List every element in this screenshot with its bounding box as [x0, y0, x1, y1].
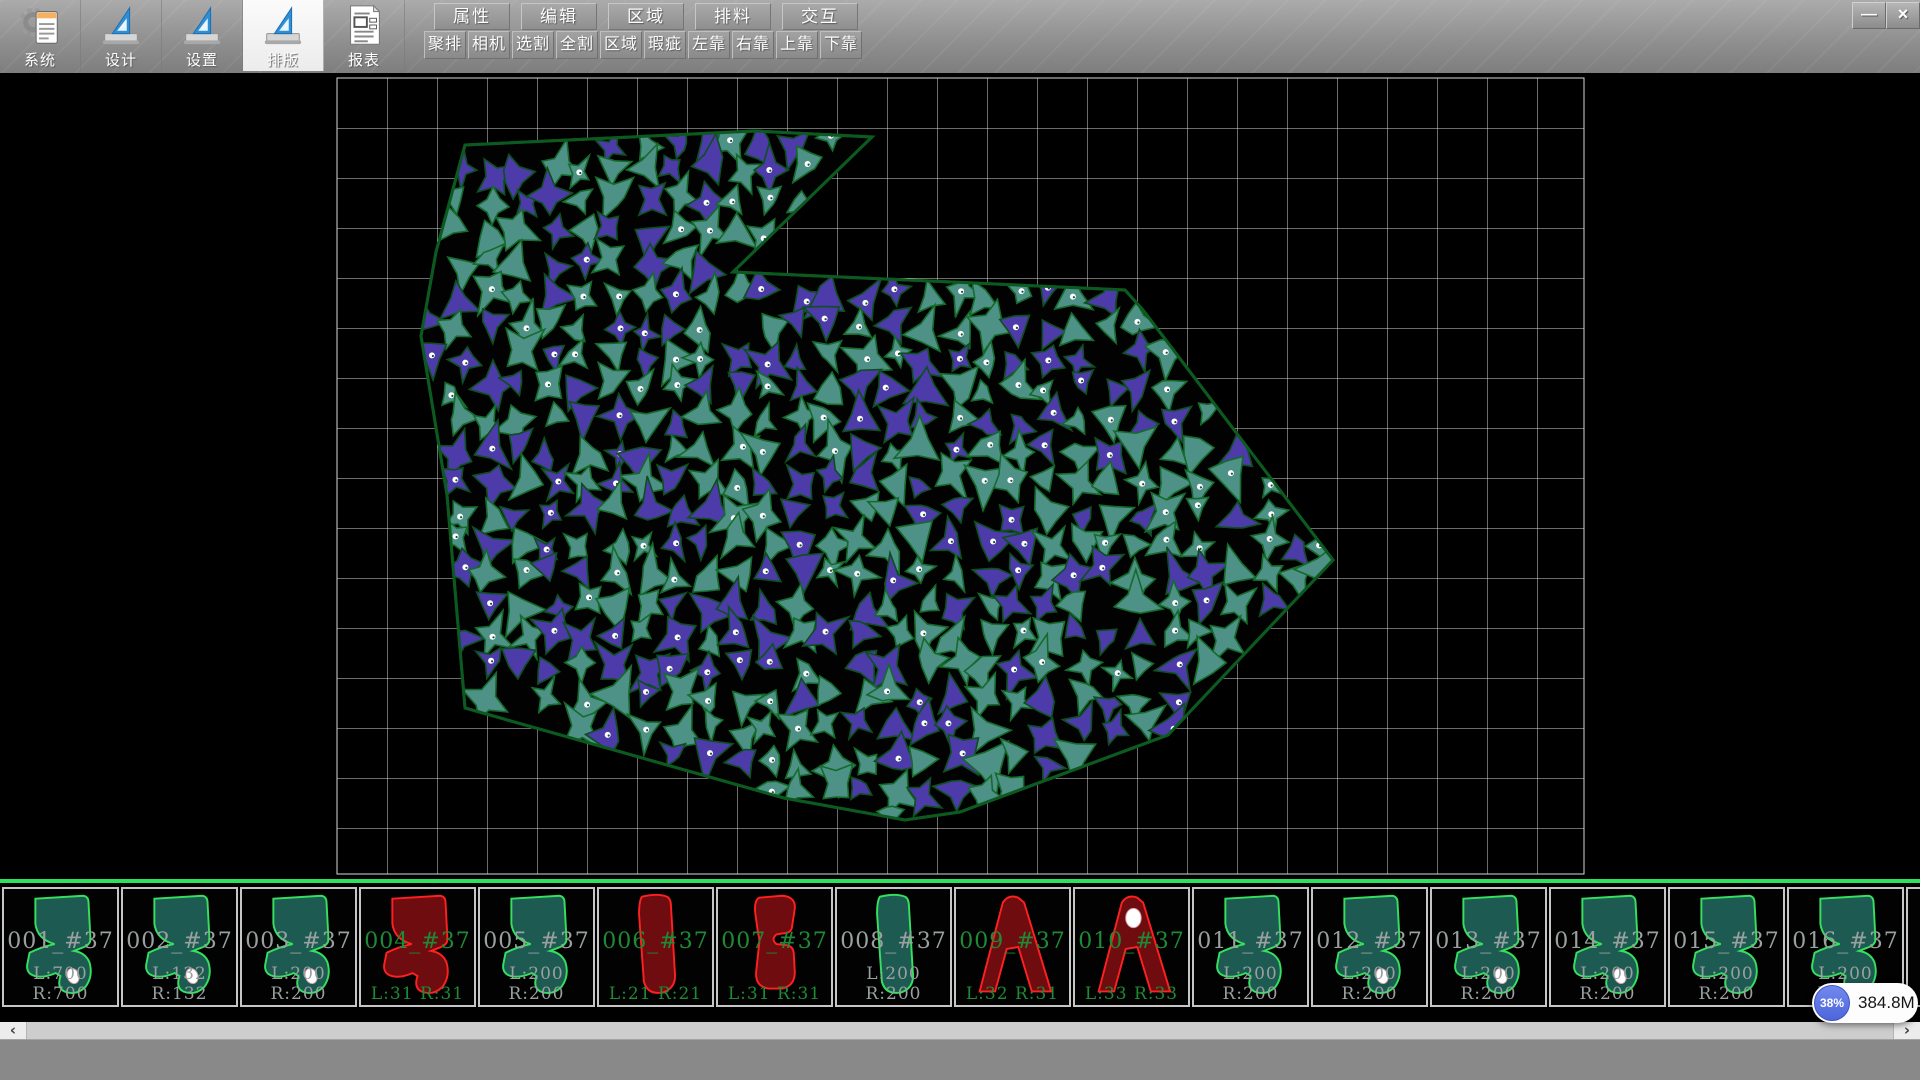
menu-tab-4[interactable]: 排料 — [695, 3, 771, 30]
settings-ruler-icon — [179, 2, 225, 48]
report-doc-icon — [341, 2, 387, 48]
nesting-ruler-icon — [260, 2, 306, 48]
part-thumbnail-005_#37[interactable]: 005_#37L:200 R:200 — [478, 887, 595, 1007]
toolbar-item-5[interactable]: 报表 — [324, 0, 405, 71]
horizontal-scrollbar[interactable]: ‹ › — [0, 1022, 1920, 1039]
toolbar-item-4[interactable]: 排版 — [243, 0, 324, 71]
part-shape-icon — [718, 889, 831, 1005]
menu-tab-3[interactable]: 区域 — [608, 3, 684, 30]
close-button[interactable]: × — [1886, 2, 1920, 29]
menu-tab-row: 属性编辑区域排料交互 — [434, 3, 858, 30]
part-thumbnail-014_#37[interactable]: 014_#37L:200 R:200 — [1549, 887, 1666, 1007]
part-thumbnail-004_#37[interactable]: 004_#37L:31 R:31 — [359, 887, 476, 1007]
part-shape-icon — [4, 889, 117, 1005]
part-thumbnail-012_#37[interactable]: 012_#37L:200 R:200 — [1311, 887, 1428, 1007]
tool-button-4[interactable]: 全割 — [556, 31, 598, 59]
part-shape-icon — [1670, 889, 1783, 1005]
tool-button-8[interactable]: 右靠 — [732, 31, 774, 59]
part-shape-icon — [242, 889, 355, 1005]
part-thumbnail-001_#37[interactable]: 001_#37L:700 R:700 — [2, 887, 119, 1007]
part-thumbnail-009_#37[interactable]: 009_#37L:32 R:31 — [954, 887, 1071, 1007]
part-thumbnail-006_#37[interactable]: 006_#37L:21 R:21 — [597, 887, 714, 1007]
toolbar-item-2[interactable]: 设计 — [81, 0, 162, 71]
scroll-right-arrow-icon[interactable]: › — [1893, 1022, 1920, 1039]
part-thumbnail-008_#37[interactable]: 008_#37L:200 R:200 — [835, 887, 952, 1007]
menu-tab-5[interactable]: 交互 — [782, 3, 858, 30]
progress-percent-badge: 38% — [1814, 985, 1850, 1021]
part-shape-icon — [599, 889, 712, 1005]
progress-size-label: 384.8M — [1858, 983, 1915, 1023]
toolbar-item-label: 排版 — [267, 49, 299, 70]
part-shape-icon — [1313, 889, 1426, 1005]
minimize-button[interactable]: — — [1852, 2, 1886, 29]
parts-thumbnail-strip: 001_#37L:700 R:700002_#37L:132 R:132003_… — [0, 879, 1920, 1008]
title-toolbar-band: 系统设计设置排版报表 属性编辑区域排料交互 聚排相机选割全割区域瑕疵左靠右靠上靠… — [0, 0, 1920, 73]
nesting-application-window: 系统设计设置排版报表 属性编辑区域排料交互 聚排相机选割全割区域瑕疵左靠右靠上靠… — [0, 0, 1920, 1080]
part-thumbnail-003_#37[interactable]: 003_#37L:200 R:200 — [240, 887, 357, 1007]
main-toolbar: 系统 设计 设置 排版 报表 — [0, 0, 405, 71]
toolbar-item-label: 报表 — [348, 49, 380, 70]
toolbar-item-label: 系统 — [24, 49, 56, 70]
part-shape-icon — [956, 889, 1069, 1005]
tool-button-2[interactable]: 相机 — [468, 31, 510, 59]
tool-button-6[interactable]: 瑕疵 — [644, 31, 686, 59]
toolbar-item-3[interactable]: 设置 — [162, 0, 243, 71]
design-ruler-icon — [98, 2, 144, 48]
part-thumbnail-011_#37[interactable]: 011_#37L:200 R:200 — [1192, 887, 1309, 1007]
menu-tab-2[interactable]: 编辑 — [521, 3, 597, 30]
part-shape-icon — [1075, 889, 1188, 1005]
part-shape-icon — [361, 889, 474, 1005]
tool-button-row: 聚排相机选割全割区域瑕疵左靠右靠上靠下靠 — [424, 31, 862, 59]
tool-button-3[interactable]: 选割 — [512, 31, 554, 59]
toolbar-item-label: 设计 — [105, 49, 137, 70]
part-shape-icon — [1194, 889, 1307, 1005]
tool-button-7[interactable]: 左靠 — [688, 31, 730, 59]
part-thumbnail-015_#37[interactable]: 015_#37L:200 R:200 — [1668, 887, 1785, 1007]
part-thumbnail-007_#37[interactable]: 007_#37L:31 R:31 — [716, 887, 833, 1007]
system-gear-icon — [17, 2, 63, 48]
part-shape-icon — [1551, 889, 1664, 1005]
part-thumbnail-002_#37[interactable]: 002_#37L:132 R:132 — [121, 887, 238, 1007]
menu-tab-1[interactable]: 属性 — [434, 3, 510, 30]
part-shape-icon — [837, 889, 950, 1005]
part-thumbnail-013_#37[interactable]: 013_#37L:200 R:200 — [1430, 887, 1547, 1007]
part-shape-icon — [1432, 889, 1545, 1005]
tool-button-10[interactable]: 下靠 — [820, 31, 862, 59]
tool-button-9[interactable]: 上靠 — [776, 31, 818, 59]
progress-badge[interactable]: 38% 384.8M — [1812, 983, 1918, 1023]
part-thumbnail-010_#37[interactable]: 010_#37L:33 R:33 — [1073, 887, 1190, 1007]
scroll-left-arrow-icon[interactable]: ‹ — [0, 1022, 27, 1039]
tool-button-5[interactable]: 区域 — [600, 31, 642, 59]
status-bar — [0, 1039, 1920, 1080]
part-shape-icon — [480, 889, 593, 1005]
part-shape-icon — [123, 889, 236, 1005]
toolbar-item-1[interactable]: 系统 — [0, 0, 81, 71]
parts-thumbnail-cells: 001_#37L:700 R:700002_#37L:132 R:132003_… — [2, 887, 1920, 1007]
toolbar-item-label: 设置 — [186, 49, 218, 70]
nesting-canvas-svg[interactable] — [0, 73, 1920, 879]
tool-button-1[interactable]: 聚排 — [424, 31, 466, 59]
nesting-canvas[interactable] — [0, 73, 1920, 879]
